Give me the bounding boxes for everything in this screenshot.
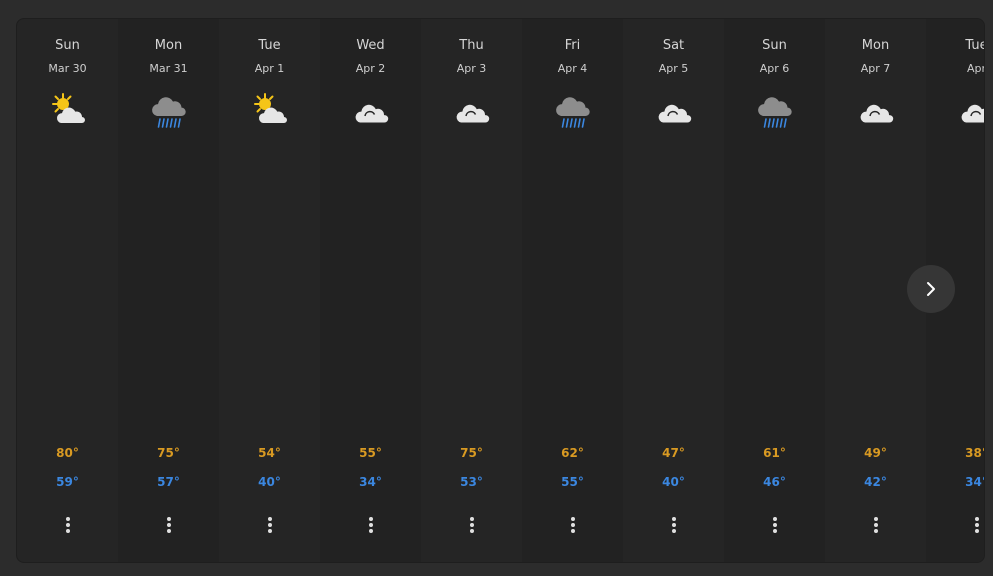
day-column[interactable]: Sun Apr 6 61° 46° <box>724 19 825 562</box>
high-temperature: 54° <box>258 446 281 460</box>
next-button[interactable] <box>907 265 955 313</box>
more-options-button[interactable] <box>157 517 181 537</box>
more-options-button[interactable] <box>258 517 282 537</box>
day-date: Apr <box>966 62 985 75</box>
high-temperature: 62° <box>561 446 584 460</box>
high-temperature: 80° <box>56 446 79 460</box>
high-temperature: 75° <box>157 446 180 460</box>
cloudy-icon <box>352 92 390 130</box>
day-date: Apr 7 <box>860 62 891 75</box>
day-name: Sun <box>762 38 787 53</box>
day-column[interactable]: Wed Apr 2 55° 34° <box>320 19 421 562</box>
day-column[interactable]: Sat Apr 5 47° 40° <box>623 19 724 562</box>
day-name: Thu <box>459 38 484 53</box>
sun-cloud-icon <box>49 92 87 130</box>
day-date: Apr 1 <box>254 62 285 75</box>
cloudy-icon <box>655 92 693 130</box>
more-options-button[interactable] <box>561 517 585 537</box>
low-temperature: 34° <box>965 475 984 489</box>
high-temperature: 38° <box>965 446 984 460</box>
more-vertical-icon <box>662 517 686 533</box>
low-temperature: 40° <box>258 475 281 489</box>
cloudy-icon <box>958 92 984 130</box>
rain-icon <box>756 92 794 130</box>
more-options-button[interactable] <box>662 517 686 537</box>
day-name: Sun <box>55 38 80 53</box>
day-date: Apr 2 <box>355 62 386 75</box>
low-temperature: 40° <box>662 475 685 489</box>
more-options-button[interactable] <box>864 517 888 537</box>
day-name: Mon <box>861 38 890 53</box>
more-vertical-icon <box>561 517 585 533</box>
more-options-button[interactable] <box>359 517 383 537</box>
more-options-button[interactable] <box>460 517 484 537</box>
chevron-right-icon <box>927 282 935 296</box>
high-temperature: 49° <box>864 446 887 460</box>
more-options-button[interactable] <box>56 517 80 537</box>
low-temperature: 57° <box>157 475 180 489</box>
more-options-button[interactable] <box>965 517 985 537</box>
day-date: Apr 4 <box>557 62 588 75</box>
day-name: Tue <box>965 38 984 53</box>
day-name: Wed <box>356 38 385 53</box>
day-column[interactable]: Thu Apr 3 75° 53° <box>421 19 522 562</box>
day-date: Mar 31 <box>149 62 188 75</box>
low-temperature: 46° <box>763 475 786 489</box>
rain-icon <box>150 92 188 130</box>
more-vertical-icon <box>359 517 383 533</box>
sun-cloud-icon <box>251 92 289 130</box>
low-temperature: 42° <box>864 475 887 489</box>
low-temperature: 53° <box>460 475 483 489</box>
day-name: Tue <box>258 38 281 53</box>
forecast-strip: Sun Mar 30 80° 59° Mon Mar 31 75° 57° Tu… <box>17 19 985 562</box>
more-vertical-icon <box>258 517 282 533</box>
low-temperature: 55° <box>561 475 584 489</box>
high-temperature: 55° <box>359 446 382 460</box>
more-vertical-icon <box>157 517 181 533</box>
high-temperature: 61° <box>763 446 786 460</box>
more-options-button[interactable] <box>763 517 787 537</box>
cloudy-icon <box>453 92 491 130</box>
day-date: Apr 3 <box>456 62 487 75</box>
more-vertical-icon <box>864 517 888 533</box>
cloudy-icon <box>857 92 895 130</box>
more-vertical-icon <box>56 517 80 533</box>
day-date: Apr 6 <box>759 62 790 75</box>
more-vertical-icon <box>460 517 484 533</box>
day-date: Mar 30 <box>48 62 87 75</box>
day-column[interactable]: Tue Apr 1 54° 40° <box>219 19 320 562</box>
high-temperature: 47° <box>662 446 685 460</box>
low-temperature: 59° <box>56 475 79 489</box>
day-column[interactable]: Mon Mar 31 75° 57° <box>118 19 219 562</box>
more-vertical-icon <box>965 517 985 533</box>
more-vertical-icon <box>763 517 787 533</box>
day-name: Sat <box>662 38 685 53</box>
low-temperature: 34° <box>359 475 382 489</box>
day-date: Apr 5 <box>658 62 689 75</box>
day-column[interactable]: Fri Apr 4 62° 55° <box>522 19 623 562</box>
high-temperature: 75° <box>460 446 483 460</box>
day-name: Fri <box>564 38 581 53</box>
day-column[interactable]: Sun Mar 30 80° 59° <box>17 19 118 562</box>
rain-icon <box>554 92 592 130</box>
day-name: Mon <box>154 38 183 53</box>
daily-forecast-panel: Sun Mar 30 80° 59° Mon Mar 31 75° 57° Tu… <box>16 18 985 563</box>
